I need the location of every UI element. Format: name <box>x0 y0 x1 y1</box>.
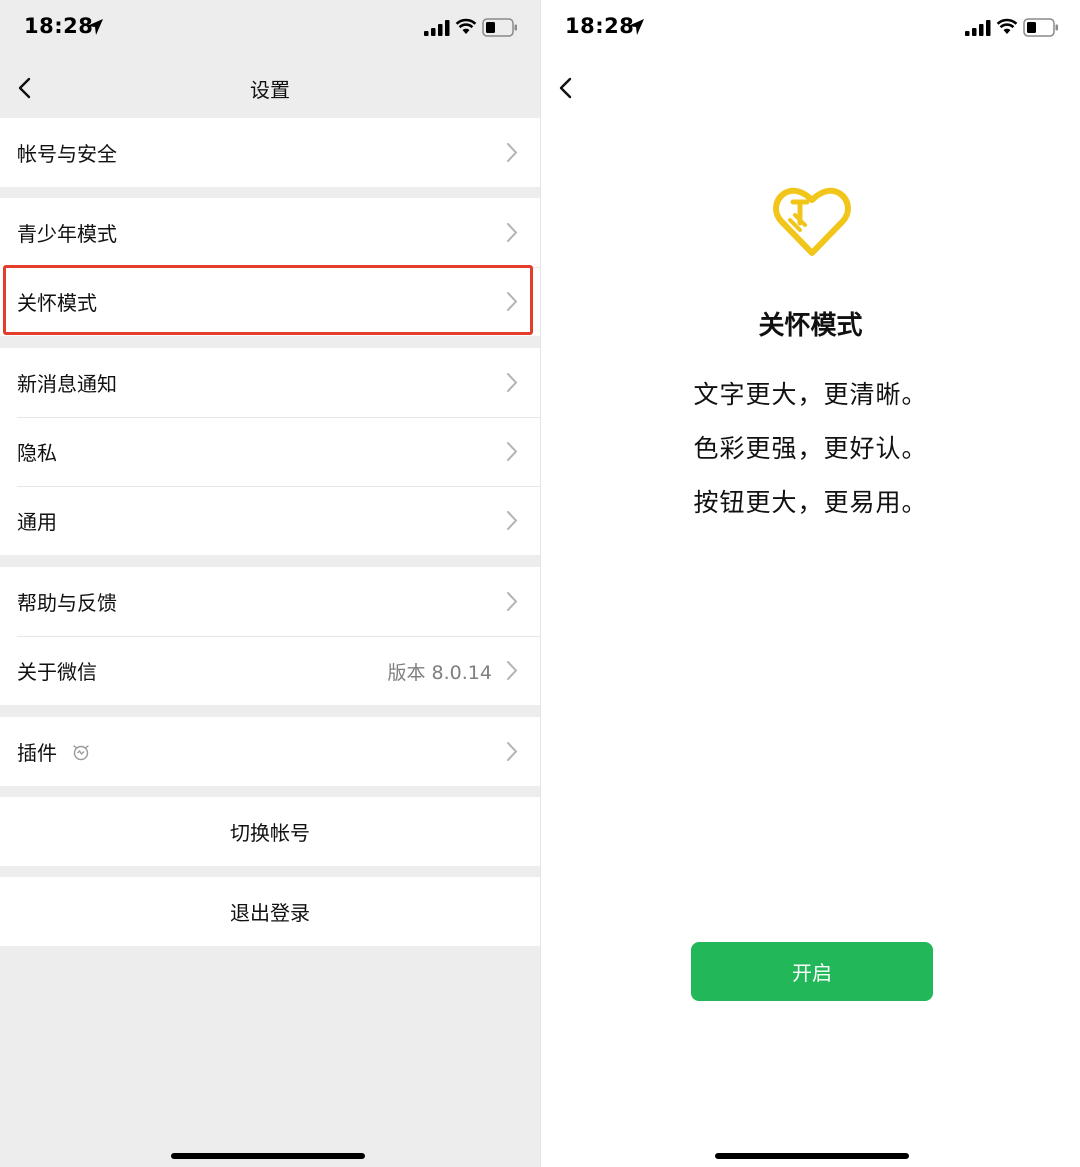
page-title: 设置 <box>250 78 290 102</box>
care-heart-hand-icon <box>773 187 851 256</box>
settings-group-modes: 青少年模式 关怀模式 <box>0 198 540 336</box>
right-chevron-icon <box>507 592 517 611</box>
settings-item-label: 通用 <box>17 510 57 534</box>
version-value: 版本 8.0.14 <box>387 662 492 684</box>
settings-item-help-feedback[interactable]: 帮助与反馈 <box>0 567 540 636</box>
settings-item-care-mode[interactable]: 关怀模式 <box>0 267 540 336</box>
switch-account-button[interactable]: 切换帐号 <box>0 797 540 866</box>
right-chevron-icon <box>507 742 517 761</box>
right-chevron-icon <box>507 143 517 162</box>
location-arrow-icon <box>628 19 644 35</box>
right-chevron-icon <box>507 292 517 311</box>
care-mode-line: 按钮更大，更易用。 <box>693 488 928 517</box>
settings-item-youth-mode[interactable]: 青少年模式 <box>0 198 540 267</box>
status-time: 18:28 <box>24 14 94 38</box>
right-chevron-icon <box>507 373 517 392</box>
nav-bar: 设置 <box>0 58 540 118</box>
settings-item-label: 插件 <box>17 741 57 765</box>
status-bar: 18:28 <box>541 0 1080 58</box>
settings-group-general: 新消息通知 隐私 通用 <box>0 348 540 555</box>
settings-item-label: 关于微信 <box>17 660 97 684</box>
plugin-bulb-icon <box>73 744 89 760</box>
battery-icon <box>482 18 517 37</box>
settings-item-privacy[interactable]: 隐私 <box>0 417 540 486</box>
settings-group-about: 帮助与反馈 关于微信 版本 8.0.14 <box>0 567 540 705</box>
right-chevron-icon <box>507 442 517 461</box>
nav-bar <box>541 58 1080 118</box>
enable-care-mode-button[interactable]: 开启 <box>691 942 933 1001</box>
location-arrow-icon <box>87 19 103 35</box>
signal-icon <box>965 20 991 36</box>
logout-group: 退出登录 <box>0 877 540 946</box>
settings-group-account: 帐号与安全 <box>0 118 540 187</box>
wifi-icon <box>996 18 1018 34</box>
care-mode-line: 文字更大，更清晰。 <box>693 380 928 409</box>
settings-item-label: 关怀模式 <box>17 291 97 315</box>
home-indicator <box>171 1153 365 1159</box>
battery-icon <box>1023 18 1058 37</box>
home-indicator <box>715 1153 909 1159</box>
care-mode-line: 色彩更强，更好认。 <box>693 434 928 463</box>
settings-item-notifications[interactable]: 新消息通知 <box>0 348 540 417</box>
signal-icon <box>424 20 450 36</box>
logout-button[interactable]: 退出登录 <box>0 877 540 946</box>
status-time: 18:28 <box>565 14 635 38</box>
settings-item-account-security[interactable]: 帐号与安全 <box>0 118 540 187</box>
right-chevron-icon <box>507 661 517 680</box>
care-mode-description: 文字更大，更清晰。 色彩更强，更好认。 按钮更大，更易用。 <box>541 368 1080 530</box>
right-chevron-icon <box>507 223 517 242</box>
care-mode-title: 关怀模式 <box>758 311 863 341</box>
right-chevron-icon <box>507 511 517 530</box>
settings-group-plugins: 插件 <box>0 717 540 786</box>
settings-item-plugins[interactable]: 插件 <box>0 717 540 786</box>
settings-item-label: 帐号与安全 <box>17 142 117 166</box>
wifi-icon <box>455 18 477 34</box>
settings-item-about-wechat[interactable]: 关于微信 版本 8.0.14 <box>0 636 540 705</box>
settings-item-general[interactable]: 通用 <box>0 486 540 555</box>
settings-item-label: 新消息通知 <box>17 372 117 396</box>
back-chevron-icon[interactable] <box>555 74 577 102</box>
settings-screen: 18:28 设置 帐号与安全 青少年模式 关怀模式 新消息通知 隐私 通用 帮助… <box>0 0 540 1167</box>
settings-item-label: 青少年模式 <box>17 222 117 246</box>
switch-account-group: 切换帐号 <box>0 797 540 866</box>
settings-item-label: 帮助与反馈 <box>17 591 117 615</box>
status-bar: 18:28 <box>0 0 540 58</box>
settings-item-label: 隐私 <box>17 441 57 465</box>
care-mode-screen: 18:28 关怀模式 文字更大，更清晰。 色彩更强，更好认。 按钮更大，更易用。… <box>540 0 1080 1167</box>
